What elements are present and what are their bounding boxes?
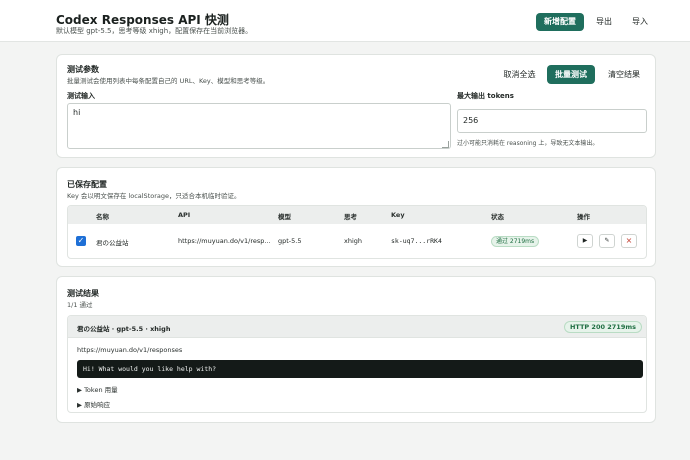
export-button[interactable]: 导出 xyxy=(590,13,618,31)
row-model: gpt-5.5 xyxy=(278,237,302,245)
col-key: Key xyxy=(391,211,405,219)
resize-handle-icon[interactable] xyxy=(442,141,449,148)
results-card: 测试结果 1/1 通过 君の公益站 · gpt-5.5 · xhigh HTTP… xyxy=(56,276,656,423)
table-header: 名称 API 模型 思考 Key 状态 操作 xyxy=(68,206,646,224)
app-subtitle: 默认模型 gpt-5.5，思考等级 xhigh，配置保存在当前浏览器。 xyxy=(56,27,253,35)
delete-config-button[interactable]: × xyxy=(621,234,637,248)
test-input-textarea[interactable]: hi xyxy=(67,103,451,149)
results-summary: 1/1 通过 xyxy=(67,301,93,309)
edit-icon: ✎ xyxy=(604,237,610,244)
results-title: 测试结果 xyxy=(67,289,99,298)
max-tokens-hint: 过小可能只消耗在 reasoning 上，导致无文本输出。 xyxy=(457,140,599,147)
max-tokens-label: 最大输出 tokens xyxy=(457,92,514,100)
http-status-badge: HTTP 200 2719ms xyxy=(563,321,642,333)
close-icon: × xyxy=(625,236,633,245)
play-icon: ▶ xyxy=(582,237,588,244)
result-output: Hi! What would you like help with? xyxy=(77,360,643,378)
row-name: 君の公益站 xyxy=(96,239,129,247)
deselect-all-button[interactable]: 取消全选 xyxy=(497,66,542,84)
test-params-card: 测试参数 批量测试会使用列表中每条配置自己的 URL、Key、模型和思考等级。 … xyxy=(56,54,656,158)
test-input-label: 测试输入 xyxy=(67,92,95,100)
status-badge: 通过 2719ms xyxy=(491,236,540,247)
col-name: 名称 xyxy=(96,213,109,221)
run-test-button[interactable]: ▶ xyxy=(577,234,593,248)
col-effort: 思考 xyxy=(344,213,357,221)
col-model: 模型 xyxy=(278,213,291,221)
app-header: Codex Responses API 快测 默认模型 gpt-5.5，思考等级… xyxy=(0,0,690,42)
import-button[interactable]: 导入 xyxy=(626,13,654,31)
raw-response-toggle[interactable]: ▶ 原始响应 xyxy=(77,399,110,409)
result-url: https://muyuan.do/v1/responses xyxy=(77,346,183,354)
saved-configs-card: 已保存配置 Key 会以明文保存在 localStorage，只适合本机临时验证… xyxy=(56,167,656,267)
row-key: sk-uq7...rRK4 xyxy=(391,237,442,245)
row-checkbox[interactable]: ✓ xyxy=(76,236,86,246)
col-actions: 操作 xyxy=(577,213,590,221)
batch-test-button[interactable]: 批量测试 xyxy=(547,65,595,84)
params-subtitle: 批量测试会使用列表中每条配置自己的 URL、Key、模型和思考等级。 xyxy=(67,77,270,85)
edit-config-button[interactable]: ✎ xyxy=(599,234,615,248)
row-effort: xhigh xyxy=(344,237,363,245)
row-api: https://muyuan.do/v1/resp... xyxy=(178,237,271,245)
configs-table: 名称 API 模型 思考 Key 状态 操作 ✓ 君の公益站 https://m… xyxy=(67,205,647,259)
saved-title: 已保存配置 xyxy=(67,180,107,189)
max-tokens-input[interactable]: 256 xyxy=(457,109,647,133)
clear-results-button[interactable]: 清空结果 xyxy=(601,66,647,84)
result-name: 君の公益站 · gpt-5.5 · xhigh xyxy=(77,325,171,333)
col-api: API xyxy=(178,211,191,219)
saved-subtitle: Key 会以明文保存在 localStorage，只适合本机临时验证。 xyxy=(67,192,241,200)
params-title: 测试参数 xyxy=(67,65,99,74)
col-status: 状态 xyxy=(491,213,504,221)
result-item: 君の公益站 · gpt-5.5 · xhigh HTTP 200 2719ms … xyxy=(67,315,647,413)
result-header: 君の公益站 · gpt-5.5 · xhigh HTTP 200 2719ms xyxy=(68,316,646,338)
token-usage-toggle[interactable]: ▶ Token 用量 xyxy=(77,384,118,394)
add-config-button[interactable]: 新增配置 xyxy=(536,13,584,31)
